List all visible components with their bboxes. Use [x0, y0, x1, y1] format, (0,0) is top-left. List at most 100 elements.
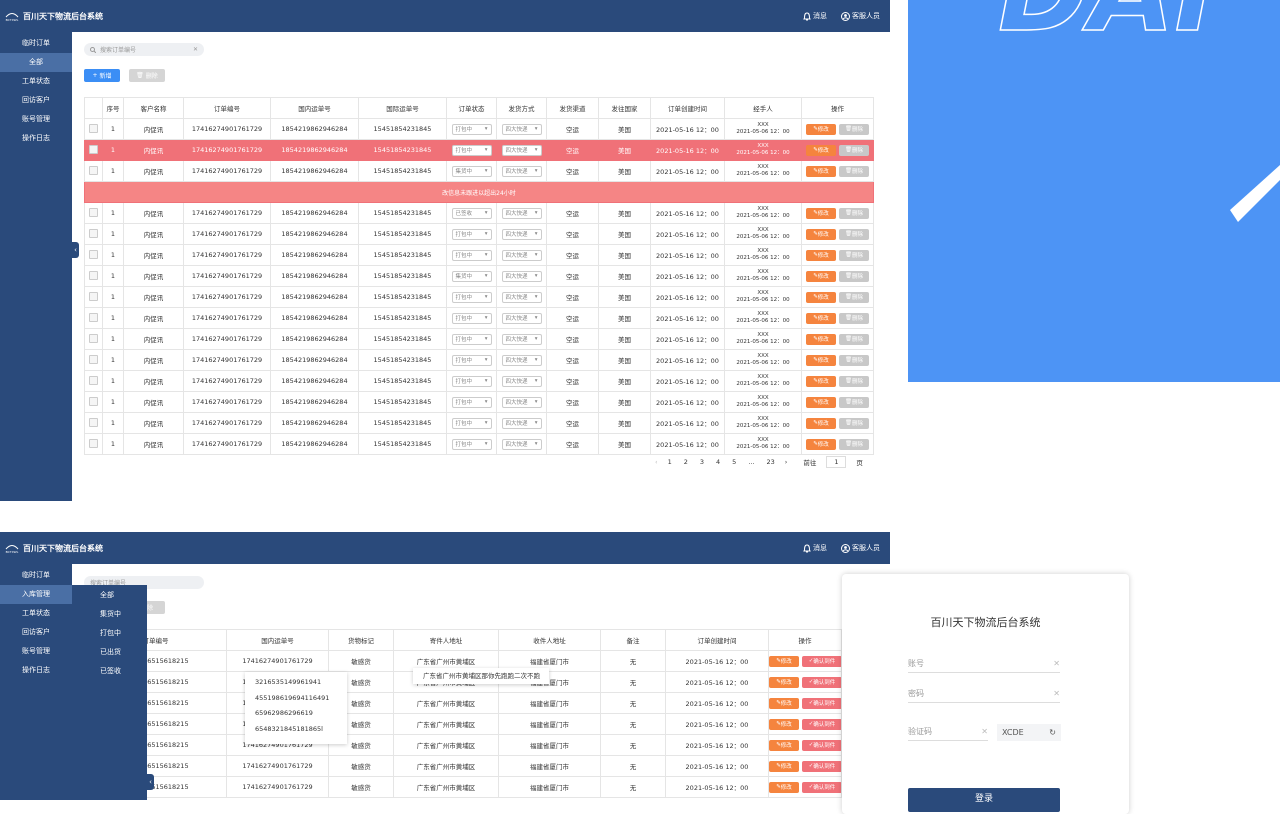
table-row[interactable]: 654851651561821517416274901761729敏感货广东省广… [84, 692, 842, 714]
status-select[interactable]: 打包中 ▾ [451, 228, 492, 240]
edit-button[interactable]: ✎ 修改 [806, 354, 836, 366]
edit-button[interactable]: ✎ 修改 [806, 207, 836, 219]
edit-button[interactable]: ✎ 修改 [769, 739, 799, 751]
confirm-arrival-button[interactable]: ✓ 确认到件 [802, 655, 841, 667]
page-link[interactable]: 1 [668, 458, 672, 466]
status-select[interactable]: 打包中 ▾ [451, 333, 492, 345]
submenu-item[interactable]: 已签收 [72, 662, 147, 681]
table-row[interactable]: 654851651561821517416274901761729敏感货广东省广… [84, 734, 842, 756]
add-button[interactable]: + 新增 [84, 69, 120, 82]
ship-select[interactable]: 四大快递 ▾ [501, 417, 542, 429]
table-row[interactable]: 1 内促讯 17416274901761729 1854219862946284 154… [84, 244, 874, 266]
sidebar-item-logs[interactable]: 操作日志 [0, 129, 72, 148]
row-checkbox[interactable] [84, 118, 103, 140]
page-link[interactable]: 23 [767, 458, 775, 466]
status-select[interactable]: 打包中 ▾ [451, 291, 492, 303]
table-row[interactable]: 1 内促讯 17416274901761729 1854219862946284 154… [84, 223, 874, 245]
table-row[interactable]: 1 内促讯 17416274901761729 1854219862946284 154… [84, 139, 874, 161]
status-select[interactable]: 打包中 ▾ [451, 438, 492, 450]
ship-select[interactable]: 四大快递 ▾ [501, 396, 542, 408]
table-row[interactable]: 1 内促讯 17416274901761729 1854219862946284 154… [84, 433, 874, 455]
ship-select[interactable]: 四大快递 ▾ [501, 270, 542, 282]
dropdown-option[interactable]: 65962986296619 [245, 706, 347, 722]
edit-button[interactable]: ✎ 修改 [806, 333, 836, 345]
edit-button[interactable]: ✎ 修改 [769, 655, 799, 667]
edit-button[interactable]: ✎ 修改 [806, 144, 836, 156]
status-select[interactable]: 打包中 ▾ [451, 312, 492, 324]
confirm-arrival-button[interactable]: ✓ 确认到件 [802, 718, 841, 730]
table-row[interactable]: 654851651561821517416274901761729敏感货广东省广… [84, 776, 842, 798]
table-row[interactable]: 1 内促讯 17416274901761729 1854219862946284 154… [84, 286, 874, 308]
status-select[interactable]: 打包中 ▾ [451, 354, 492, 366]
status-select[interactable]: 打包中 ▾ [451, 144, 492, 156]
edit-button[interactable]: ✎ 修改 [806, 123, 836, 135]
submenu-item[interactable]: 集货中 [72, 605, 147, 624]
table-row[interactable]: 654851651561821517416274901761729敏感货广东省广… [84, 755, 842, 777]
table-row[interactable]: 654851651561821517416274901761729敏感货广东省广… [84, 713, 842, 735]
edit-button[interactable]: ✎ 修改 [769, 718, 799, 730]
login-button[interactable]: 登录 [908, 788, 1060, 812]
edit-button[interactable]: ✎ 修改 [806, 165, 836, 177]
next-page-icon[interactable]: › [785, 458, 788, 466]
table-row[interactable]: 1 内促讯 17416274901761729 1854219862946284 154… [84, 391, 874, 413]
edit-button[interactable]: ✎ 修改 [806, 228, 836, 240]
delete-button[interactable]: 🗑 删除 [839, 291, 869, 303]
edit-button[interactable]: ✎ 修改 [806, 417, 836, 429]
row-checkbox[interactable] [84, 349, 103, 371]
search-input[interactable]: 搜索订单编号 ✕ [84, 43, 204, 56]
ship-select[interactable]: 四大快递 ▾ [501, 123, 542, 135]
edit-button[interactable]: ✎ 修改 [769, 760, 799, 772]
sidebar-item-ticket-status[interactable]: 工单状态 [0, 72, 72, 91]
ship-select[interactable]: 四大快递 ▾ [501, 375, 542, 387]
submenu-item[interactable]: 已出货 [72, 643, 147, 662]
status-select[interactable]: 打包中 ▾ [451, 417, 492, 429]
messages-button[interactable]: 消息 [803, 11, 827, 21]
dropdown-option[interactable]: 3216535149961941 [245, 675, 347, 691]
ship-select[interactable]: 四大快递 ▾ [501, 207, 542, 219]
confirm-arrival-button[interactable]: ✓ 确认到件 [802, 781, 841, 793]
edit-button[interactable]: ✎ 修改 [806, 312, 836, 324]
edit-button[interactable]: ✎ 修改 [769, 781, 799, 793]
row-checkbox[interactable] [84, 223, 103, 245]
dropdown-option[interactable]: 455198619694116491 [245, 691, 347, 707]
edit-button[interactable]: ✎ 修改 [806, 270, 836, 282]
user-menu-2[interactable]: 客服人员 [841, 543, 880, 553]
ship-select[interactable]: 四大快递 ▾ [501, 144, 542, 156]
delete-button[interactable]: 🗑 删除 [839, 312, 869, 324]
delete-button[interactable]: 🗑 删除 [839, 396, 869, 408]
status-select[interactable]: 集货中 ▾ [451, 270, 492, 282]
collapse-handle[interactable]: ‹ [72, 242, 79, 258]
status-select[interactable]: 已签收 ▾ [451, 207, 492, 219]
confirm-arrival-button[interactable]: ✓ 确认到件 [802, 697, 841, 709]
sidebar-item-all[interactable]: 全部 [0, 53, 72, 72]
table-row[interactable]: 1 内促讯 17416274901761729 1854219862946284 154… [84, 328, 874, 350]
messages-button-2[interactable]: 消息 [803, 543, 827, 553]
ship-select[interactable]: 四大快递 ▾ [501, 312, 542, 324]
user-menu[interactable]: 客服人员 [841, 11, 880, 21]
delete-button[interactable]: 🗑 删除 [839, 144, 869, 156]
row-checkbox[interactable] [84, 160, 103, 182]
delete-button[interactable]: 🗑 删除 [839, 270, 869, 282]
status-select[interactable]: 集货中 ▾ [451, 165, 492, 177]
goto-page-input[interactable]: 1 [826, 456, 847, 468]
account-field[interactable]: 账号 ✕ [908, 655, 1060, 673]
collapse-handle-2[interactable]: ‹ [147, 774, 154, 790]
sidebar-item-accounts[interactable]: 账号管理 [0, 110, 72, 129]
confirm-arrival-button[interactable]: ✓ 确认到件 [802, 739, 841, 751]
ship-select[interactable]: 四大快递 ▾ [501, 333, 542, 345]
delete-button[interactable]: 🗑 删除 [839, 228, 869, 240]
table-row[interactable]: 1 内促讯 17416274901761729 1854219862946284 154… [84, 349, 874, 371]
sidebar2-item-temp-orders[interactable]: 临时订单 [0, 566, 72, 585]
row-checkbox[interactable] [84, 265, 103, 287]
table-row[interactable]: 1 内促讯 17416274901761729 1854219862946284 154… [84, 412, 874, 434]
edit-button[interactable]: ✎ 修改 [769, 697, 799, 709]
status-select[interactable]: 打包中 ▾ [451, 249, 492, 261]
ship-select[interactable]: 四大快递 ▾ [501, 249, 542, 261]
page-link[interactable]: 5 [732, 458, 736, 466]
table-row[interactable]: 1 内促讯 17416274901761729 1854219862946284 154… [84, 370, 874, 392]
edit-button[interactable]: ✎ 修改 [806, 249, 836, 261]
edit-button[interactable]: ✎ 修改 [769, 676, 799, 688]
ship-select[interactable]: 四大快递 ▾ [501, 291, 542, 303]
captcha-field[interactable]: 验证码 ✕ [908, 723, 988, 741]
sidebar2-item-inbound[interactable]: 入库管理 [0, 585, 72, 604]
